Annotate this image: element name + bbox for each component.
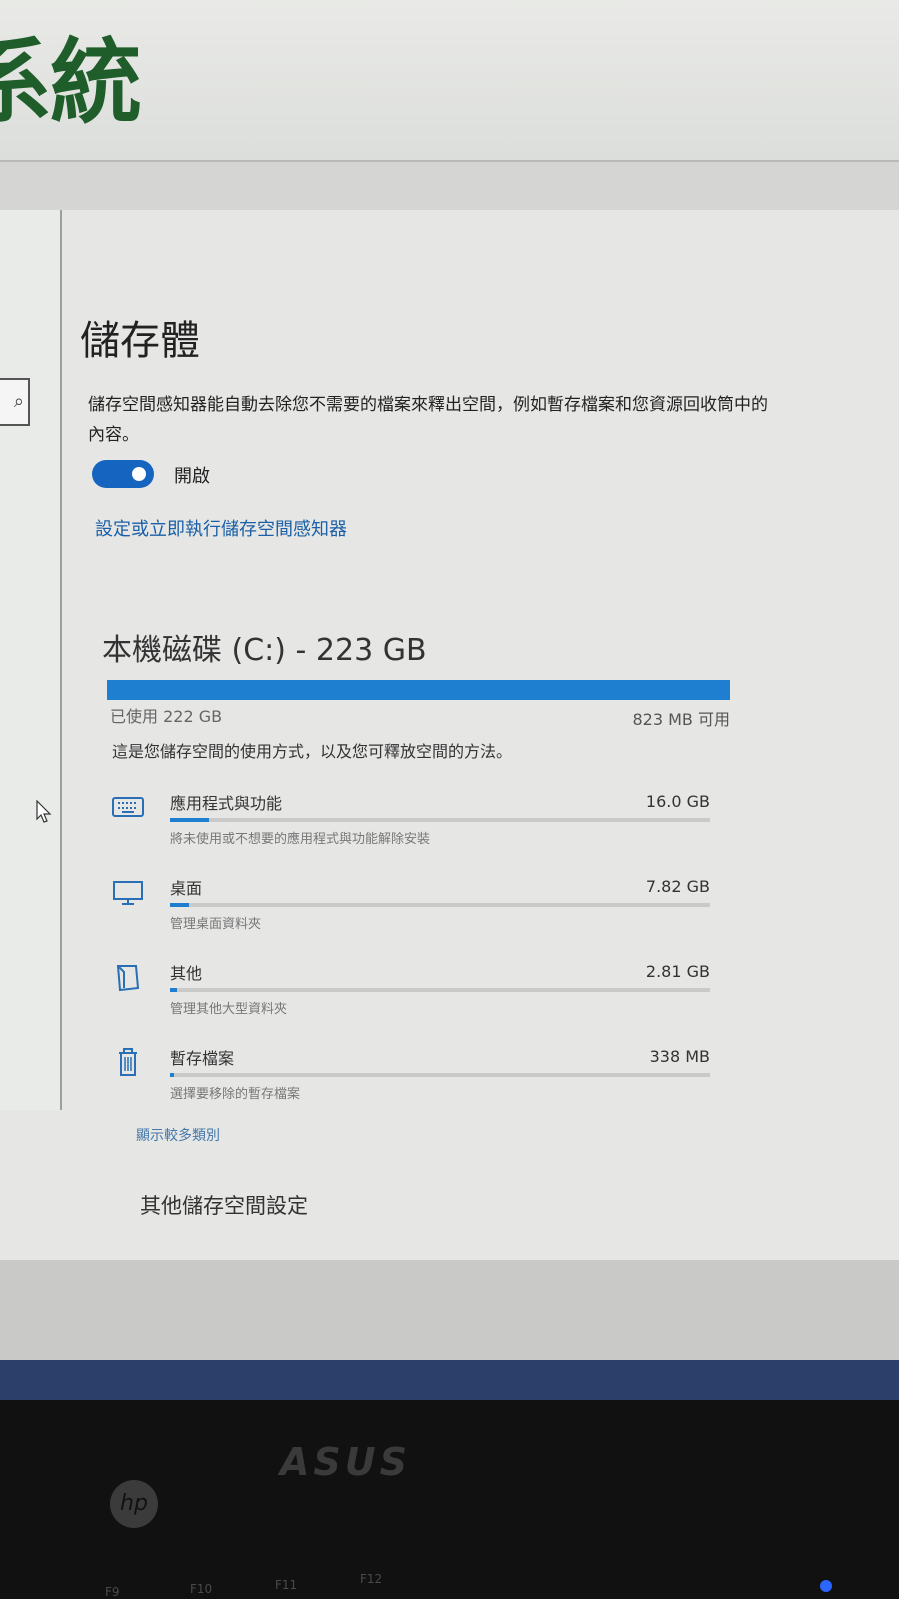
category-desktop[interactable]: 桌面 7.82 GB 管理桌面資料夾 <box>110 875 730 945</box>
category-description: 管理其他大型資料夾 <box>170 1002 288 1017</box>
key-f11: F11 <box>275 1578 298 1592</box>
laptop-body: ASUS hp F9 F10 F11 F12 <box>0 1400 899 1599</box>
storage-sense-toggle[interactable] <box>92 460 154 488</box>
category-usage-fill <box>170 988 178 992</box>
show-more-categories-link[interactable]: 顯示較多類別 <box>136 1125 220 1145</box>
drive-usage-bar <box>107 680 730 700</box>
category-usage-track <box>170 818 710 822</box>
category-usage-track <box>170 1073 710 1077</box>
settings-window: ⌕ 儲存體 儲存空間感知器能自動去除您不需要的檔案來釋出空間，例如暫存檔案和您資… <box>0 210 899 1260</box>
taskbar <box>0 1360 899 1400</box>
mouse-cursor-icon <box>36 800 52 823</box>
hp-logo: hp <box>110 1480 158 1528</box>
drive-free-label: 823 MB 可用 <box>632 710 731 729</box>
screen-lower-area <box>0 1260 899 1360</box>
configure-storage-sense-link[interactable]: 設定或立即執行儲存空間感知器 <box>95 515 347 541</box>
other-storage-settings-heading: 其他儲存空間設定 <box>140 1194 308 1218</box>
category-size: 16.0 GB <box>645 792 710 811</box>
key-f12: F12 <box>360 1572 383 1586</box>
category-name: 桌面 <box>170 879 203 898</box>
category-size: 2.81 GB <box>645 962 710 981</box>
storage-sense-description: 儲存空間感知器能自動去除您不需要的檔案來釋出空間，例如暫存檔案和您資源回收筒中的… <box>88 395 768 445</box>
trash-icon <box>119 1048 137 1076</box>
category-description: 選擇要移除的暫存檔案 <box>170 1087 301 1102</box>
drive-used-label: 已使用 222 GB <box>110 707 223 726</box>
asus-logo: ASUS <box>280 1440 412 1484</box>
category-usage-fill <box>170 903 189 907</box>
category-usage-fill <box>170 1073 175 1077</box>
category-apps-features[interactable]: 應用程式與功能 16.0 GB 將未使用或不想要的應用程式與功能解除安裝 <box>110 790 730 860</box>
category-description: 將未使用或不想要的應用程式與功能解除安裝 <box>170 832 431 847</box>
key-f9: F9 <box>105 1585 120 1599</box>
category-name: 暫存檔案 <box>170 1049 235 1068</box>
category-usage-fill <box>170 818 209 822</box>
drive-title: 本機磁碟 (C:) - 223 GB <box>102 633 427 668</box>
monitor-icon <box>113 881 143 905</box>
category-description: 管理桌面資料夾 <box>170 917 262 932</box>
window-chrome-strip <box>0 160 899 212</box>
category-size: 7.82 GB <box>645 877 710 896</box>
toggle-knob <box>132 467 146 481</box>
power-led <box>820 1580 832 1592</box>
search-icon[interactable]: ⌕ <box>0 378 30 426</box>
storage-page: 儲存體 儲存空間感知器能自動去除您不需要的檔案來釋出空間，例如暫存檔案和您資源回… <box>80 210 880 1260</box>
category-size: 338 MB <box>649 1047 710 1066</box>
toggle-state-label: 開啟 <box>174 466 210 487</box>
background-window-title: 系統 <box>0 28 142 136</box>
page-title: 儲存體 <box>80 318 200 364</box>
key-f10: F10 <box>190 1582 213 1596</box>
category-name: 應用程式與功能 <box>170 794 283 813</box>
category-temp-files[interactable]: 暫存檔案 338 MB 選擇要移除的暫存檔案 <box>110 1045 730 1115</box>
keyboard-icon <box>112 797 144 817</box>
category-usage-track <box>170 988 710 992</box>
background-window: 系統 <box>0 0 899 160</box>
category-other[interactable]: 其他 2.81 GB 管理其他大型資料夾 <box>110 960 730 1030</box>
category-usage-track <box>170 903 710 907</box>
category-name: 其他 <box>170 964 203 983</box>
folder-icon <box>116 965 140 992</box>
usage-description: 這是您儲存空間的使用方式，以及您可釋放空間的方法。 <box>112 742 513 761</box>
navigation-pane: ⌕ <box>0 210 62 1110</box>
